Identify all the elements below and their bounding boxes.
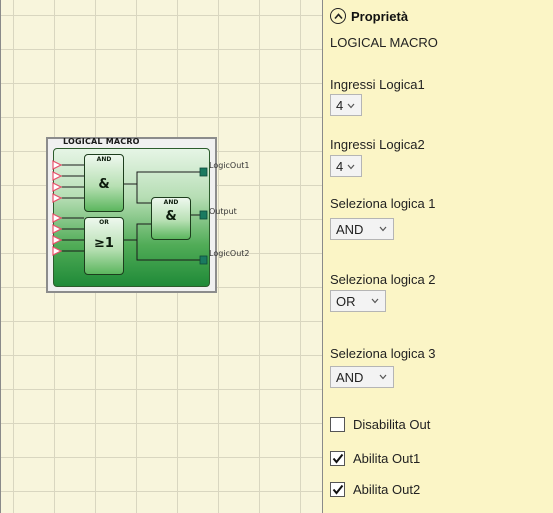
abilita-out2-row[interactable]: Abilita Out2 xyxy=(330,482,420,497)
select-value: 4 xyxy=(336,158,344,174)
checkmark-icon xyxy=(332,484,343,495)
properties-title: Proprietà xyxy=(351,8,409,24)
abilita-out1-checkbox[interactable] xyxy=(330,451,345,466)
select-value: AND xyxy=(336,369,364,385)
disabilita-out-label: Disabilita Out xyxy=(353,417,431,432)
abilita-out2-checkbox[interactable] xyxy=(330,482,345,497)
abilita-out1-label: Abilita Out1 xyxy=(353,451,421,466)
chevron-up-circle-icon[interactable] xyxy=(330,8,346,24)
seleziona-logica-3-label: Seleziona logica 3 xyxy=(330,346,436,361)
seleziona-logica-1-label: Seleziona logica 1 xyxy=(330,196,436,211)
gate-type-label: AND xyxy=(96,156,112,163)
seleziona-logica-1-select[interactable]: AND xyxy=(330,218,394,240)
abilita-out2-label: Abilita Out2 xyxy=(353,482,421,497)
checkmark-icon xyxy=(332,453,343,464)
chevron-down-icon xyxy=(371,298,379,304)
ingressi-logica1-label: Ingressi Logica1 xyxy=(330,77,425,92)
gate-symbol: & xyxy=(98,177,110,192)
ingressi-logica2-label: Ingressi Logica2 xyxy=(330,137,425,152)
chevron-down-icon xyxy=(347,164,355,170)
gate-symbol: ≥1 xyxy=(94,236,114,251)
chevron-down-icon xyxy=(347,103,355,109)
properties-panel: Proprietà LOGICAL MACRO Ingressi Logica1… xyxy=(323,0,553,513)
and-gate-1[interactable]: AND & xyxy=(84,154,124,212)
output-label-logicout1: LogicOut1 xyxy=(209,161,250,170)
chevron-down-icon xyxy=(379,374,387,380)
design-canvas[interactable]: LOGICAL MACRO AND & OR ≥1 AND & LogicOut… xyxy=(0,0,323,513)
output-label-output: Output xyxy=(209,207,237,216)
seleziona-logica-2-label: Seleziona logica 2 xyxy=(330,272,436,287)
gate-symbol: & xyxy=(165,209,177,224)
and-gate-3[interactable]: AND & xyxy=(151,197,191,240)
logical-macro-title: LOGICAL MACRO xyxy=(63,137,140,146)
abilita-out1-row[interactable]: Abilita Out1 xyxy=(330,451,420,466)
select-value: AND xyxy=(336,221,364,237)
seleziona-logica-2-select[interactable]: OR xyxy=(330,290,386,312)
ingressi-logica1-select[interactable]: 4 xyxy=(330,94,362,116)
disabilita-out-checkbox[interactable] xyxy=(330,417,345,432)
disabilita-out-row[interactable]: Disabilita Out xyxy=(330,417,430,432)
seleziona-logica-3-select[interactable]: AND xyxy=(330,366,394,388)
properties-header: Proprietà xyxy=(330,6,408,26)
select-value: 4 xyxy=(336,97,344,113)
gate-type-label: OR xyxy=(99,219,109,226)
gate-type-label: AND xyxy=(163,199,179,206)
select-value: OR xyxy=(336,293,356,309)
output-label-logicout2: LogicOut2 xyxy=(209,249,250,258)
ingressi-logica2-select[interactable]: 4 xyxy=(330,155,362,177)
or-gate-2[interactable]: OR ≥1 xyxy=(84,217,124,275)
selected-block-name: LOGICAL MACRO xyxy=(330,35,438,50)
chevron-down-icon xyxy=(379,226,387,232)
